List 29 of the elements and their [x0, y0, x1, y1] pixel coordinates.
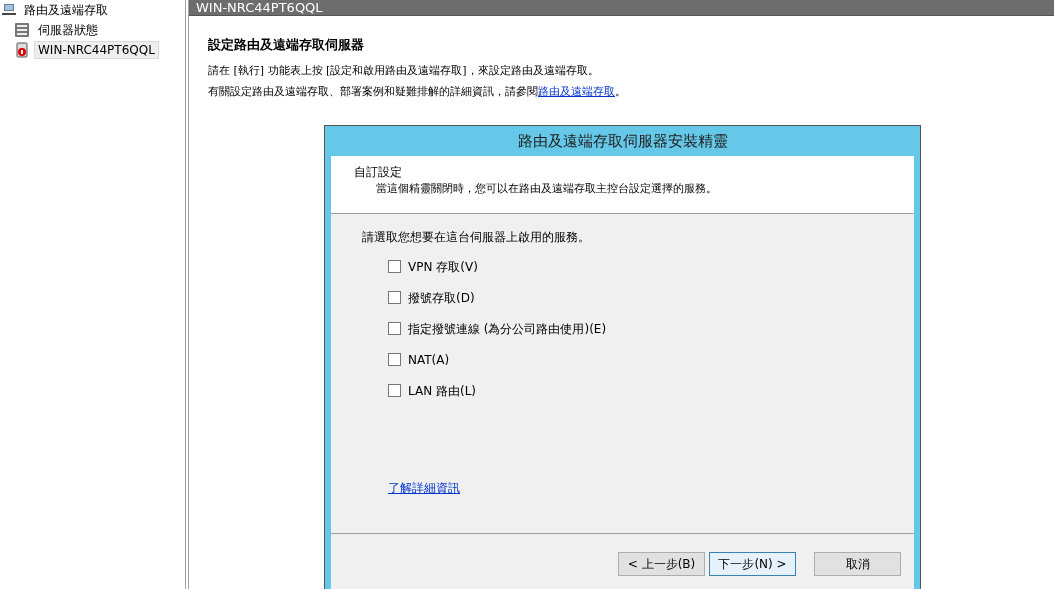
- next-button[interactable]: 下一步(N) >: [709, 552, 796, 576]
- instruction-text: 請在 [執行] 功能表上按 [設定和啟用路由及遠端存取]，來設定路由及遠端存取。: [208, 63, 600, 79]
- cancel-button[interactable]: 取消: [814, 552, 901, 576]
- option-label: NAT(A): [408, 352, 450, 367]
- server-icon: [14, 22, 30, 38]
- option-label: VPN 存取(V): [408, 259, 478, 274]
- checkbox[interactable]: [388, 260, 401, 273]
- checkbox[interactable]: [388, 291, 401, 304]
- checkbox[interactable]: [388, 384, 401, 397]
- tree-item[interactable]: 伺服器狀態: [34, 19, 102, 41]
- server-icon: [14, 42, 30, 58]
- checkbox[interactable]: [388, 353, 401, 366]
- option-label: 指定撥號連線 (為分公司路由使用)(E): [408, 321, 607, 336]
- help-link[interactable]: 路由及遠端存取: [538, 85, 615, 98]
- heading: 設定路由及遠端存取伺服器: [208, 36, 365, 54]
- option-label: 撥號存取(D): [408, 290, 475, 305]
- tree-item[interactable]: WIN-NRC44PT6QQL: [34, 41, 159, 59]
- option-label: LAN 路由(L): [408, 383, 476, 398]
- back-button[interactable]: < 上一步(B): [618, 552, 705, 576]
- tree-item[interactable]: 路由及遠端存取: [20, 0, 112, 21]
- checkbox[interactable]: [388, 322, 401, 335]
- info-text: 有關設定路由及遠端存取、部署案例和疑難排解的詳細資訊，請參閱路由及遠端存取。: [208, 84, 627, 100]
- section-title: 自訂設定: [354, 164, 403, 181]
- pane-header: WIN-NRC44PT6QQL: [189, 0, 1054, 16]
- dialog-title: 路由及遠端存取伺服器安裝精靈: [516, 131, 729, 152]
- learn-more-link[interactable]: 了解詳細資訊: [388, 481, 460, 495]
- prompt-text: 請選取您想要在這台伺服器上啟用的服務。: [362, 230, 591, 245]
- section-subtitle: 當這個精靈關閉時，您可以在路由及遠端存取主控台設定選擇的服務。: [375, 181, 718, 196]
- network-icon: [2, 3, 16, 17]
